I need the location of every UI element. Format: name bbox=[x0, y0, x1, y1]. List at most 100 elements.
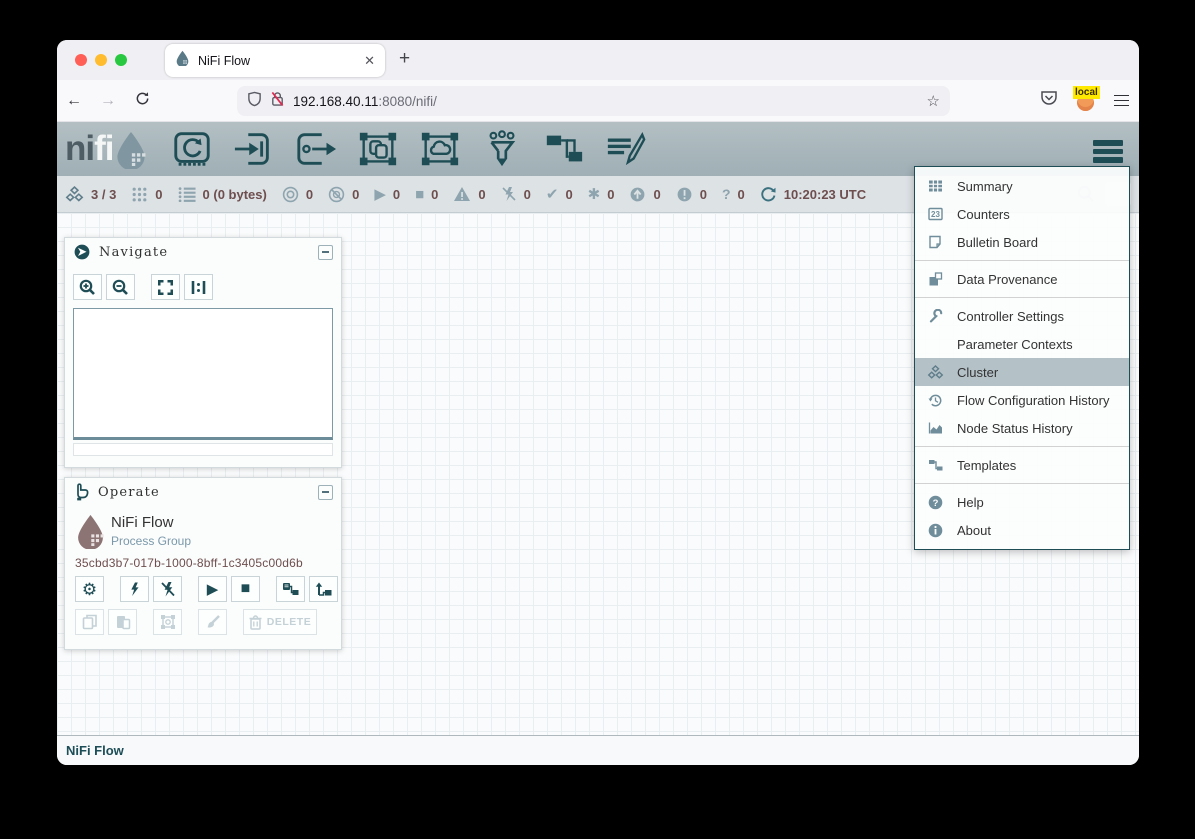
locally-modified-count: 0 bbox=[607, 187, 614, 202]
stopped-count: 0 bbox=[431, 187, 438, 202]
tab-title: NiFi Flow bbox=[198, 54, 356, 68]
insecure-lock-icon[interactable] bbox=[270, 91, 285, 112]
url-host: 192.168.40.11 bbox=[293, 94, 378, 109]
breadcrumb[interactable]: NiFi Flow bbox=[57, 735, 1139, 765]
zoom-in-button[interactable] bbox=[73, 274, 102, 300]
configure-button[interactable]: ⚙ bbox=[75, 576, 104, 602]
url-path: :8080/nifi/ bbox=[378, 94, 437, 109]
provenance-icon bbox=[925, 272, 945, 286]
navigate-header[interactable]: Navigate bbox=[65, 238, 341, 266]
queued-list-icon bbox=[178, 186, 196, 202]
stop-button[interactable]: ■ bbox=[231, 576, 260, 602]
navbar-right-icons: local bbox=[1040, 90, 1129, 112]
url-bar[interactable]: 192.168.40.11:8080/nifi/ ☆ bbox=[237, 86, 950, 116]
window-controls bbox=[75, 54, 127, 66]
paste-button[interactable] bbox=[108, 609, 137, 635]
copy-button[interactable] bbox=[75, 609, 104, 635]
group-button[interactable] bbox=[153, 609, 182, 635]
menu-item-label: Controller Settings bbox=[957, 309, 1064, 324]
template-component-icon[interactable] bbox=[542, 129, 586, 169]
transmitting-stat: 0 bbox=[282, 186, 313, 203]
birdseye-view[interactable] bbox=[73, 308, 333, 440]
stopped-square-icon: ■ bbox=[415, 187, 424, 202]
transmitting-icon bbox=[282, 186, 299, 203]
menu-item-controller-settings[interactable]: Controller Settings bbox=[915, 302, 1129, 330]
process-group-component-icon[interactable] bbox=[356, 129, 400, 169]
breadcrumb-label[interactable]: NiFi Flow bbox=[66, 743, 124, 758]
actual-size-button[interactable] bbox=[184, 274, 213, 300]
operate-header[interactable]: Operate bbox=[65, 478, 341, 506]
birdseye-brush[interactable] bbox=[73, 443, 333, 456]
extension-icon[interactable]: local bbox=[1075, 90, 1097, 112]
delete-button[interactable]: DELETE bbox=[243, 609, 317, 635]
cluster-icon bbox=[65, 186, 84, 203]
invalid-stat: 0 bbox=[453, 186, 485, 202]
funnel-component-icon[interactable] bbox=[480, 129, 524, 169]
zoom-fit-button[interactable] bbox=[151, 274, 180, 300]
menu-item-parameter-contexts[interactable]: Parameter Contexts bbox=[915, 330, 1129, 358]
operate-collapse-button[interactable] bbox=[318, 485, 333, 500]
remote-process-group-component-icon[interactable] bbox=[418, 129, 462, 169]
menu-divider bbox=[915, 297, 1129, 298]
menu-item-data-provenance[interactable]: Data Provenance bbox=[915, 265, 1129, 293]
zoom-out-button[interactable] bbox=[106, 274, 135, 300]
menu-item-node-status-history[interactable]: Node Status History bbox=[915, 414, 1129, 442]
forward-icon[interactable]: → bbox=[91, 92, 125, 110]
tab-close-icon[interactable]: ✕ bbox=[364, 53, 375, 69]
browser-menu-icon[interactable] bbox=[1114, 95, 1129, 107]
refresh-icon[interactable] bbox=[760, 186, 777, 203]
start-button[interactable]: ▶ bbox=[198, 576, 227, 602]
reload-icon[interactable] bbox=[125, 91, 159, 111]
menu-item-label: Summary bbox=[957, 179, 1013, 194]
menu-item-bulletin-board[interactable]: Bulletin Board bbox=[915, 228, 1129, 256]
save-template-button[interactable] bbox=[276, 576, 305, 602]
menu-divider bbox=[915, 446, 1129, 447]
selection-type: Process Group bbox=[111, 534, 191, 548]
disable-button[interactable] bbox=[153, 576, 182, 602]
menu-item-help[interactable]: ? Help bbox=[915, 488, 1129, 516]
shield-icon[interactable] bbox=[247, 91, 262, 112]
back-icon[interactable]: ← bbox=[57, 92, 91, 110]
processor-component-icon[interactable] bbox=[170, 129, 214, 169]
menu-item-flow-configuration-history[interactable]: Flow Configuration History bbox=[915, 386, 1129, 414]
navigate-panel: Navigate bbox=[64, 237, 342, 468]
exclamation-circle-icon bbox=[676, 186, 693, 203]
asterisk-icon: ✱ bbox=[588, 187, 601, 202]
operate-actions-row2: DELETE bbox=[75, 609, 317, 635]
selection-name: NiFi Flow bbox=[111, 514, 174, 531]
bookmark-star-icon[interactable]: ☆ bbox=[927, 92, 940, 110]
invalid-count: 0 bbox=[478, 187, 485, 202]
locally-modified-stat: ✱ 0 bbox=[588, 187, 615, 202]
navigate-collapse-button[interactable] bbox=[318, 245, 333, 260]
browser-navbar: ← → 192.168.40.11:8080/nifi/ ☆ local bbox=[57, 80, 1139, 122]
check-icon: ✔ bbox=[546, 187, 559, 202]
process-group-drop-icon bbox=[75, 512, 106, 549]
counters-icon: 23 bbox=[925, 207, 945, 221]
bolt-slash-icon bbox=[501, 186, 517, 202]
menu-item-summary[interactable]: Summary bbox=[915, 172, 1129, 200]
new-tab-button[interactable]: + bbox=[399, 48, 410, 70]
color-button[interactable] bbox=[198, 609, 227, 635]
enable-button[interactable] bbox=[120, 576, 149, 602]
not-transmitting-stat: 0 bbox=[328, 186, 359, 203]
close-window-button[interactable] bbox=[75, 54, 87, 66]
nifi-logo: nifi bbox=[65, 129, 148, 169]
nifi-drop-icon bbox=[114, 129, 148, 169]
menu-item-templates[interactable]: Templates bbox=[915, 451, 1129, 479]
browser-tab[interactable]: NiFi Flow ✕ bbox=[165, 44, 385, 77]
menu-item-counters[interactable]: 23 Counters bbox=[915, 200, 1129, 228]
nifi-global-menu-icon[interactable] bbox=[1093, 140, 1123, 163]
menu-item-cluster[interactable]: Cluster bbox=[915, 358, 1129, 386]
zoom-window-button[interactable] bbox=[115, 54, 127, 66]
last-refresh-time: 10:20:23 UTC bbox=[784, 187, 866, 202]
url-text[interactable]: 192.168.40.11:8080/nifi/ bbox=[293, 94, 919, 109]
minimize-window-button[interactable] bbox=[95, 54, 107, 66]
pocket-icon[interactable] bbox=[1040, 90, 1058, 112]
menu-item-label: Node Status History bbox=[957, 421, 1073, 436]
input-port-component-icon[interactable] bbox=[232, 129, 276, 169]
cluster-cubes-icon bbox=[925, 365, 945, 380]
label-component-icon[interactable] bbox=[604, 129, 648, 169]
upload-template-button[interactable] bbox=[309, 576, 338, 602]
output-port-component-icon[interactable] bbox=[294, 129, 338, 169]
menu-item-about[interactable]: About bbox=[915, 516, 1129, 544]
